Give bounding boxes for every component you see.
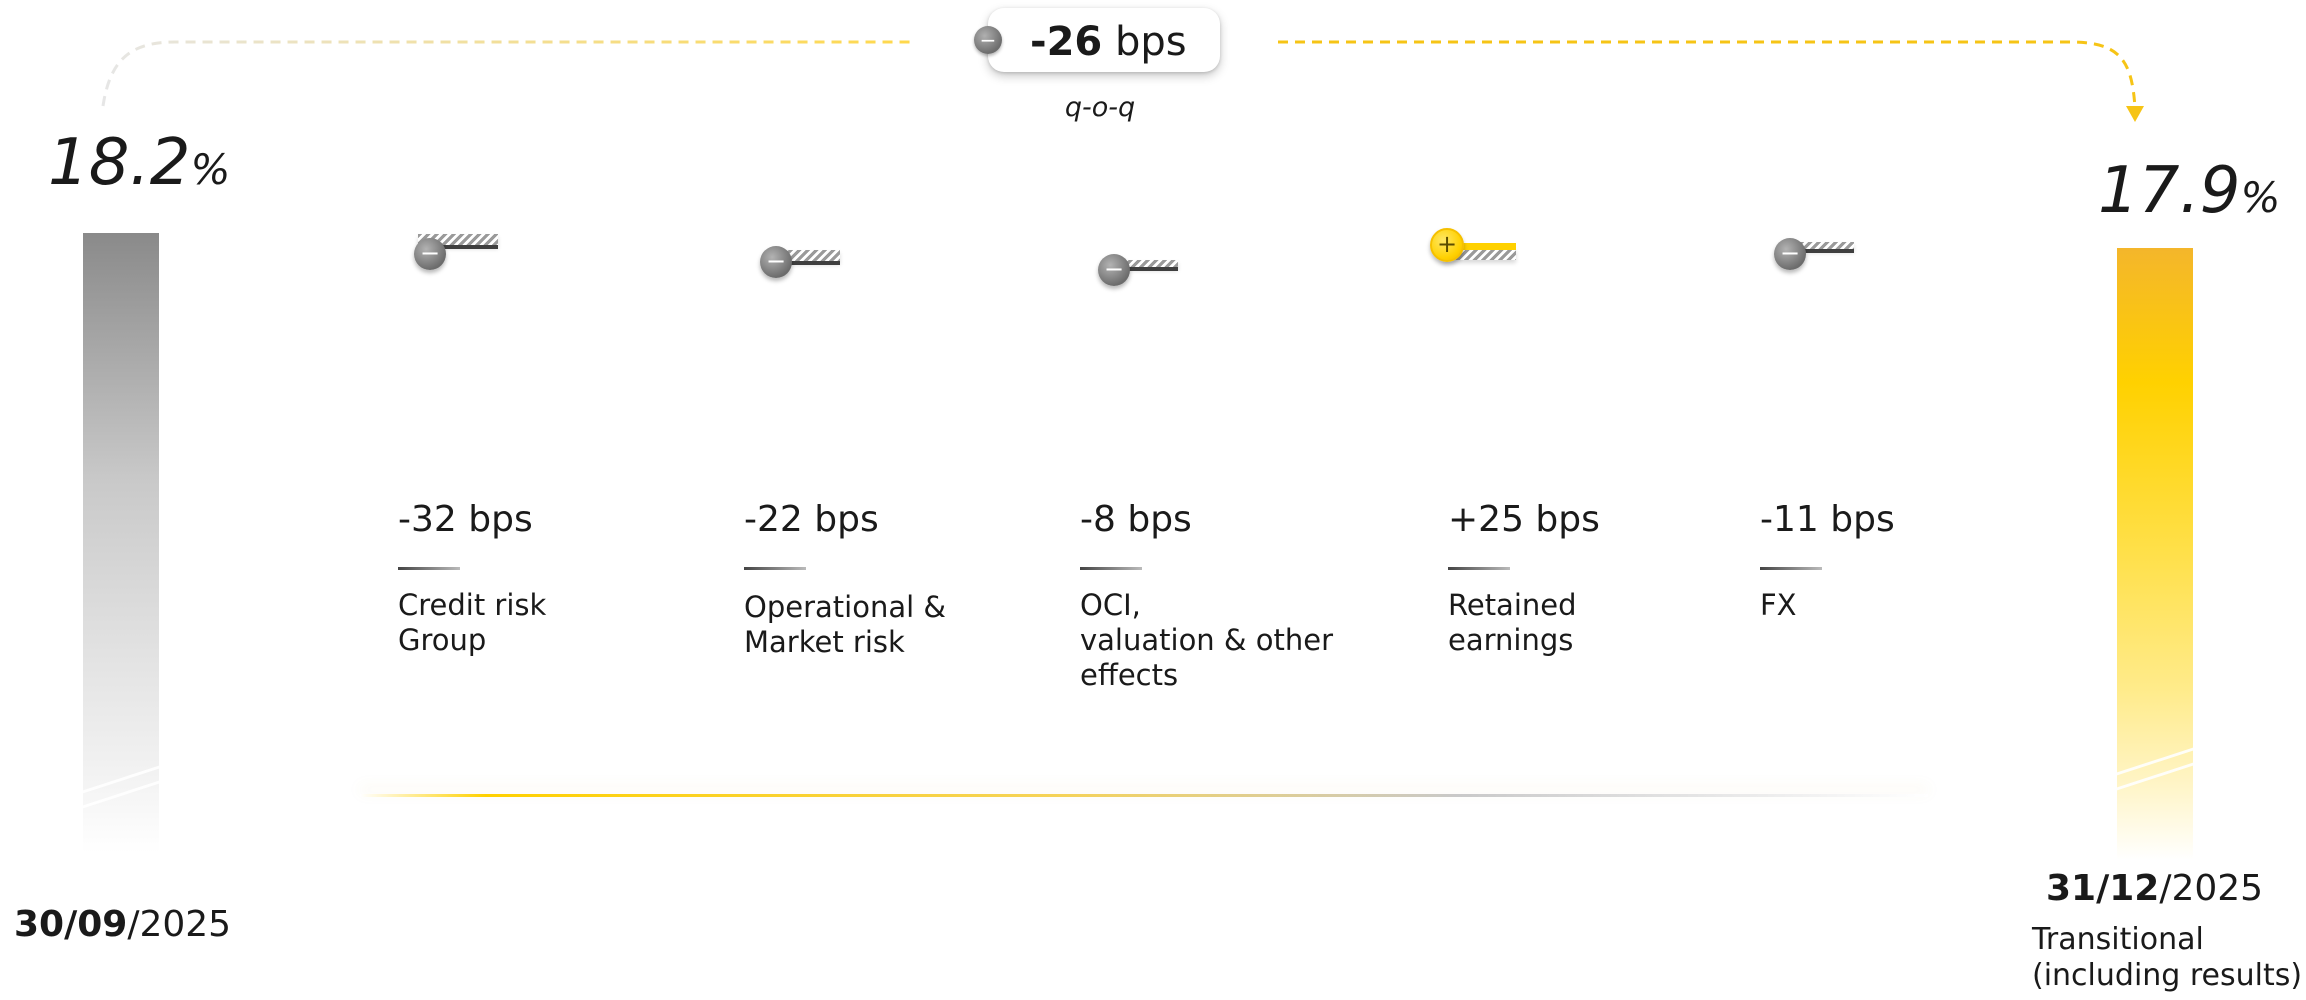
step-rule	[1760, 567, 1822, 570]
step-value: -11 bps	[1760, 499, 1895, 540]
step-label: Operational & Market risk	[744, 590, 1004, 660]
connector-left	[101, 40, 915, 107]
step-label: Retained earnings	[1448, 588, 1708, 658]
step-mini-bar	[1800, 242, 1854, 253]
minus-sign-icon: −	[974, 26, 1002, 54]
end-note-line: Transitional	[2032, 922, 2204, 957]
step-label: Credit risk Group	[398, 588, 658, 658]
step-label-line: Group	[398, 623, 487, 657]
step-label-line: earnings	[1448, 623, 1574, 657]
step-rule	[398, 567, 460, 570]
period-label: q-o-q	[1064, 92, 1136, 123]
end-date-year: /2025	[2159, 868, 2264, 909]
step-value: +25 bps	[1448, 499, 1600, 540]
step-label-line: Market risk	[744, 625, 905, 659]
total-change-unit: bps	[1102, 19, 1187, 65]
total-change-value: -26 bps	[1030, 12, 1220, 72]
end-bar	[2117, 248, 2193, 860]
step-rule	[744, 567, 806, 570]
step-rule	[1080, 567, 1142, 570]
end-note-line: (including results)	[2032, 958, 2303, 993]
step-label: FX	[1760, 588, 2020, 623]
step-label-line: Credit risk	[398, 588, 547, 622]
bar-break-mark	[83, 765, 159, 794]
end-date: 31/12/2025	[2046, 868, 2263, 909]
end-value-number: 17.9	[2098, 154, 2241, 228]
start-value-unit: %	[190, 145, 231, 194]
start-date: 30/09/2025	[14, 904, 231, 945]
step-label-line: FX	[1760, 588, 1797, 622]
step-label-line: effects	[1080, 658, 1179, 692]
step-label: OCI, valuation & other effects	[1080, 588, 1340, 693]
bridge-baseline	[360, 794, 1928, 797]
minus-sign-icon: −	[1098, 254, 1130, 286]
step-value: -22 bps	[744, 499, 879, 540]
start-date-year: /2025	[127, 904, 232, 945]
step-rule	[1448, 567, 1510, 570]
start-date-bold: 30/09	[14, 904, 128, 945]
start-bar	[83, 233, 159, 853]
start-value-number: 18.2	[48, 126, 191, 200]
minus-sign-icon: −	[1774, 238, 1806, 270]
total-change-number: -26	[1030, 19, 1103, 65]
bar-break-mark	[2117, 747, 2193, 776]
step-label-line: OCI,	[1080, 588, 1141, 622]
end-note: Transitional (including results)	[2032, 922, 2302, 994]
end-value: 17.9%	[2098, 156, 2280, 233]
minus-sign-icon: −	[760, 246, 792, 278]
bar-break-mark	[2117, 762, 2193, 791]
plus-sign-icon: +	[1430, 228, 1464, 262]
step-label-line: Retained	[1448, 588, 1577, 622]
start-value: 18.2%	[48, 128, 230, 205]
end-value-unit: %	[2240, 173, 2281, 222]
step-label-line: Operational &	[744, 590, 946, 624]
minus-sign-icon: −	[414, 238, 446, 270]
step-value: -32 bps	[398, 499, 533, 540]
step-value: -8 bps	[1080, 499, 1192, 540]
connector-arrowhead	[2126, 106, 2144, 122]
connector-right	[1278, 40, 2137, 109]
step-label-line: valuation & other	[1080, 623, 1333, 657]
end-date-bold: 31/12	[2046, 868, 2160, 909]
bar-break-mark	[83, 780, 159, 809]
